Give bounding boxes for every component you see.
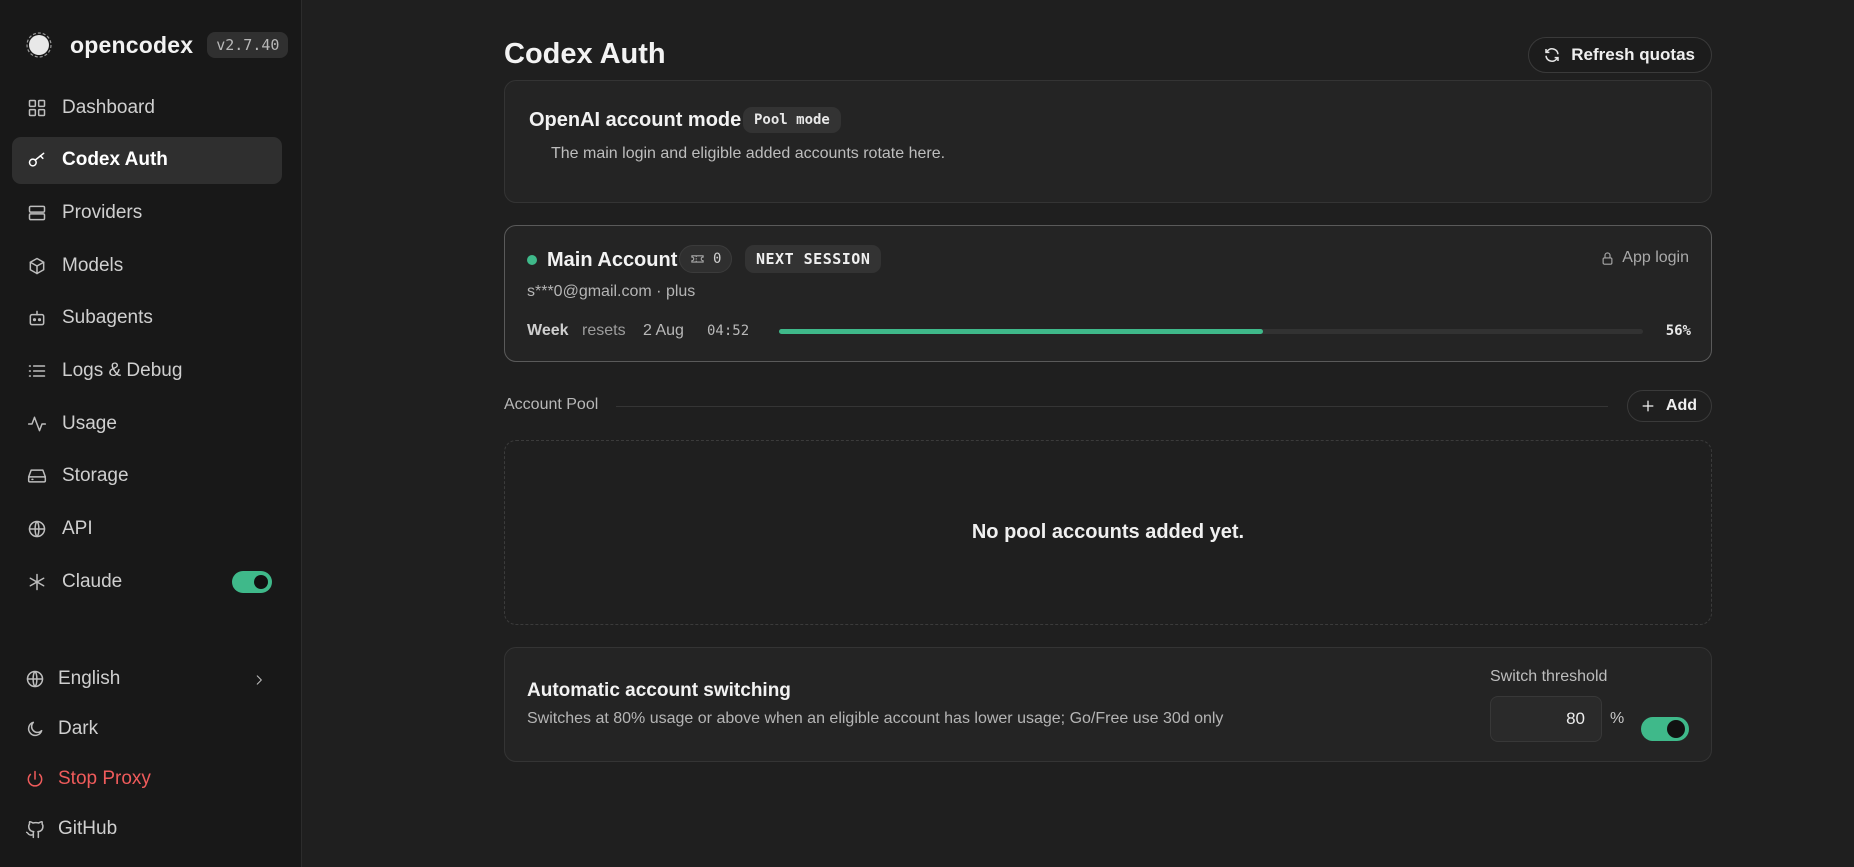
cube-icon [26, 255, 48, 277]
list-icon [26, 360, 48, 382]
sidebar: opencodex v2.7.40 Dashboard Codex Auth P… [0, 0, 302, 867]
auto-switch-toggle[interactable] [1641, 717, 1689, 741]
sidebar-bottom: English Dark Stop Proxy GitHub [12, 654, 282, 854]
next-session-badge: NEXT SESSION [745, 245, 882, 273]
pool-mode-badge: Pool mode [743, 107, 841, 133]
sidebar-item-claude[interactable]: Claude [12, 558, 282, 605]
github-icon [24, 818, 46, 840]
stop-proxy-button[interactable]: Stop Proxy [12, 754, 282, 804]
version-badge: v2.7.40 [207, 32, 289, 58]
github-link[interactable]: GitHub [12, 804, 282, 854]
server-icon [26, 202, 48, 224]
sidebar-item-usage[interactable]: Usage [12, 400, 282, 447]
quota-row: Week resets 2 Aug 04:52 56% [527, 322, 1691, 346]
language-selector[interactable]: English [12, 654, 282, 704]
app-login-label: App login [1600, 249, 1689, 267]
sidebar-item-label: Subagents [62, 307, 153, 329]
toggle-knob [254, 575, 268, 590]
power-icon [24, 768, 46, 790]
sidebar-item-label: Models [62, 254, 124, 276]
quota-percent: 56% [1665, 323, 1691, 339]
divider [616, 406, 1608, 407]
sidebar-item-label: Claude [62, 570, 123, 592]
language-label: English [58, 668, 121, 689]
threshold-input[interactable] [1490, 696, 1602, 742]
stop-proxy-label: Stop Proxy [58, 768, 151, 789]
globe-icon [26, 518, 48, 540]
asterisk-icon [26, 571, 48, 593]
threshold-unit: % [1610, 710, 1625, 727]
ticket-badge: 0 [679, 245, 733, 273]
pool-empty-state: No pool accounts added yet. [504, 440, 1712, 625]
key-icon [26, 149, 48, 171]
threshold-label: Switch threshold [1490, 668, 1608, 685]
add-label: Add [1665, 397, 1697, 414]
status-dot [527, 255, 537, 265]
sidebar-nav: Dashboard Codex Auth Providers Models Su… [12, 84, 282, 611]
switch-description: Switches at 80% usage or above when an e… [527, 710, 1224, 727]
refresh-label: Refresh quotas [1571, 45, 1695, 64]
quota-label: Week [527, 322, 569, 339]
bot-icon [26, 307, 48, 329]
lock-icon [1602, 251, 1613, 265]
sidebar-item-providers[interactable]: Providers [12, 189, 282, 236]
sidebar-item-label: Codex Auth [62, 149, 168, 171]
moon-icon [24, 718, 46, 740]
sidebar-item-label: Dashboard [62, 96, 155, 118]
sidebar-item-subagents[interactable]: Subagents [12, 295, 282, 342]
mode-description: The main login and eligible added accoun… [551, 145, 946, 162]
sidebar-item-label: Usage [62, 412, 117, 434]
pool-title: Account Pool [504, 396, 599, 413]
globe-icon [24, 668, 46, 690]
quota-resets-label: resets [582, 322, 626, 339]
auto-switch-card: Automatic account switching Switches at … [504, 647, 1712, 762]
sidebar-item-api[interactable]: API [12, 506, 282, 553]
brand: opencodex v2.7.40 [24, 28, 289, 62]
app-name: opencodex [70, 31, 194, 58]
quota-reset-time: 04:52 [707, 323, 750, 339]
theme-toggle[interactable]: Dark [12, 704, 282, 754]
sidebar-item-label: API [62, 518, 93, 539]
claude-toggle[interactable] [232, 571, 272, 594]
sidebar-item-codex-auth[interactable]: Codex Auth [12, 136, 282, 184]
add-account-button[interactable]: Add [1626, 390, 1712, 422]
ticket-count: 0 [713, 251, 722, 267]
activity-icon [26, 413, 48, 435]
plus-icon [1642, 400, 1654, 412]
theme-label: Dark [58, 718, 99, 739]
logo-icon [24, 30, 54, 60]
toggle-knob [1667, 720, 1685, 738]
main-account-card[interactable]: Main Account 0 NEXT SESSION App login s*… [504, 225, 1712, 362]
quota-reset-date: 2 Aug [643, 322, 684, 339]
switch-title: Automatic account switching [527, 680, 791, 701]
sidebar-item-label: Providers [62, 201, 143, 223]
empty-text: No pool accounts added yet. [971, 521, 1245, 543]
login-type: App login [1622, 249, 1689, 266]
ticket-icon [691, 254, 704, 263]
sidebar-item-label: Logs & Debug [62, 359, 183, 381]
sidebar-item-label: Storage [62, 465, 129, 487]
quota-progress-bar [779, 329, 1643, 334]
refresh-quotas-button[interactable]: Refresh quotas [1528, 37, 1712, 73]
account-email: s***0@gmail.com · plus [527, 283, 696, 300]
sidebar-item-storage[interactable]: Storage [12, 453, 282, 500]
dashboard-icon [26, 97, 48, 119]
chevron-right-icon [252, 671, 266, 693]
sidebar-item-dashboard[interactable]: Dashboard [12, 84, 282, 131]
quota-progress-fill [779, 329, 1263, 334]
account-mode-card: OpenAI account mode Pool mode The main l… [504, 80, 1712, 203]
account-name: Main Account [547, 249, 678, 271]
refresh-icon [1545, 48, 1559, 62]
account-pool-header: Account Pool Add [504, 390, 1712, 422]
page-title: Codex Auth [504, 38, 666, 70]
sidebar-item-logs[interactable]: Logs & Debug [12, 347, 282, 394]
sidebar-item-models[interactable]: Models [12, 242, 282, 289]
github-label: GitHub [58, 818, 118, 839]
mode-title: OpenAI account mode [529, 109, 742, 131]
hard-drive-icon [26, 465, 48, 487]
